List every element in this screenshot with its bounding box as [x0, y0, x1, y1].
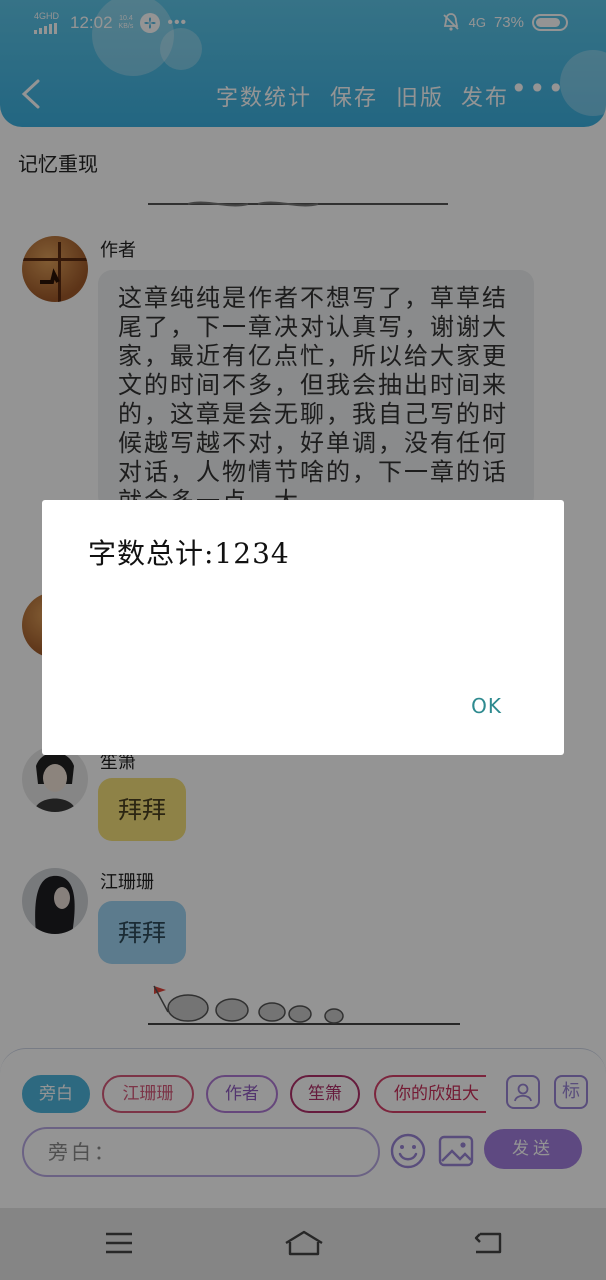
- word-count-dialog: 字数总计:1234 OK: [42, 500, 564, 755]
- dialog-message: 字数总计:1234: [88, 537, 290, 570]
- ok-button[interactable]: OK: [471, 694, 502, 718]
